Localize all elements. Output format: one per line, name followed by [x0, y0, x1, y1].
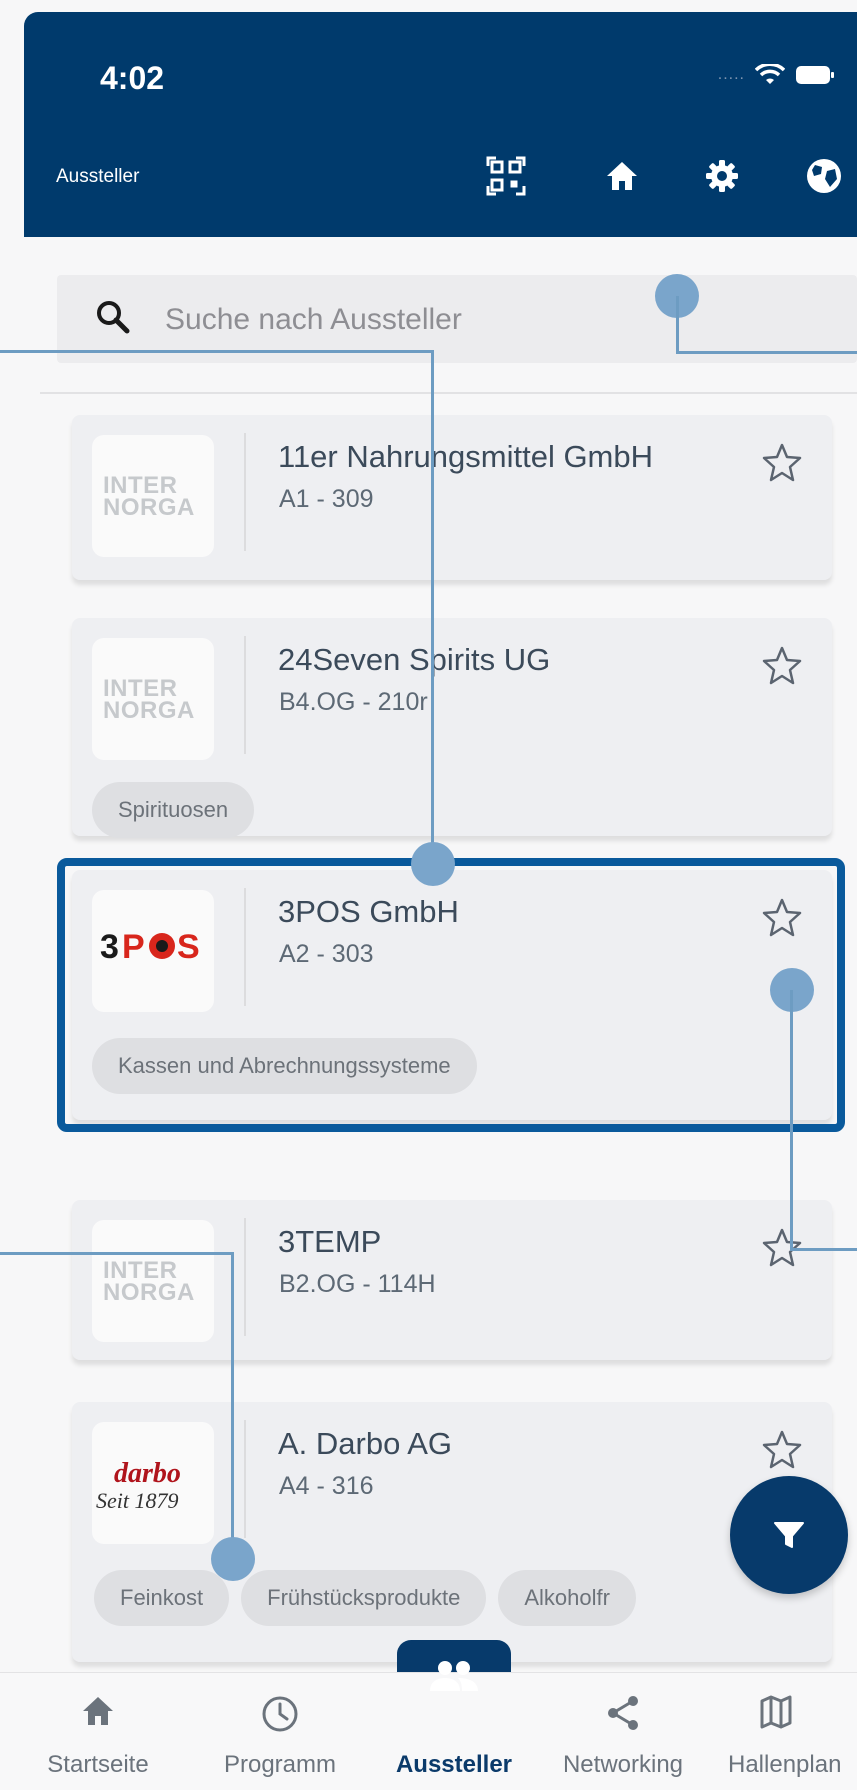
nav-label: Networking	[562, 1751, 684, 1778]
card-divider	[244, 1420, 246, 1538]
app-bar: 4:02 ..... Aussteller	[24, 12, 857, 237]
annotation-line	[676, 296, 679, 354]
annotation-line	[431, 350, 434, 862]
globe-icon[interactable]	[802, 154, 846, 198]
exhibitor-booth: A4 - 316	[279, 1472, 374, 1500]
tag-chip[interactable]: Kassen und Abrechnungssysteme	[92, 1038, 477, 1094]
divider	[40, 392, 857, 394]
clock-icon	[262, 1696, 298, 1732]
exhibitor-booth: A2 - 303	[279, 940, 374, 968]
signal-dots: .....	[717, 66, 745, 83]
exhibitor-card[interactable]: INTER NORGA 24Seven Spirits UG B4.OG - 21…	[72, 618, 832, 838]
gear-icon[interactable]	[700, 154, 744, 198]
favorite-star-icon[interactable]	[760, 896, 804, 940]
annotation-line	[790, 1248, 857, 1251]
qr-code-icon[interactable]	[484, 154, 528, 198]
wifi-icon	[755, 64, 785, 84]
filter-button[interactable]	[730, 1476, 848, 1594]
nav-item-hallenplan[interactable]: Hallenplan	[710, 1673, 857, 1790]
exhibitor-card[interactable]: 3 P S 3POS GmbH A2 - 303 Kassen und Abre…	[72, 870, 832, 1120]
home-icon	[83, 1697, 113, 1725]
svg-text:S: S	[177, 928, 200, 966]
exhibitor-name: 11er Nahrungsmittel GmbH	[278, 439, 654, 474]
nav-label: Hallenplan	[728, 1751, 842, 1778]
exhibitor-logo: INTER NORGA	[92, 638, 214, 760]
nav-item-startseite[interactable]: Startseite	[14, 1673, 182, 1790]
exhibitor-name: 3POS GmbH	[278, 894, 459, 929]
favorite-star-icon[interactable]	[760, 1428, 804, 1472]
appbar-actions	[24, 154, 857, 198]
annotation-line	[0, 1252, 234, 1255]
card-divider	[244, 636, 246, 754]
svg-text:darbo: darbo	[114, 1458, 181, 1489]
exhibitor-card[interactable]: darbo Seit 1879 A. Darbo AG A4 - 316 Fei…	[72, 1402, 832, 1662]
search-icon	[97, 301, 130, 334]
phone-screen: 4:02 ..... Aussteller Suche nach Ausstel…	[0, 0, 857, 1790]
exhibitor-card[interactable]: INTER NORGA 3TEMP B2.OG - 114H	[72, 1200, 832, 1360]
tag-chip[interactable]: Feinkost	[94, 1570, 230, 1626]
tag-list: Kassen und Abrechnungssysteme	[92, 1038, 477, 1094]
battery-icon	[796, 66, 834, 84]
nav-item-aussteller[interactable]: Aussteller	[379, 1661, 529, 1790]
filter-icon	[774, 1522, 804, 1548]
exhibitor-card[interactable]: INTER NORGA 11er Nahrungsmittel GmbH A1 -…	[72, 415, 832, 580]
nav-item-programm[interactable]: Programm	[205, 1673, 355, 1790]
exhibitor-name: A. Darbo AG	[278, 1426, 453, 1461]
exhibitor-booth: B4.OG - 210r	[279, 688, 428, 716]
annotation-dot	[211, 1537, 255, 1581]
tag-chip[interactable]: Spirituosen	[92, 782, 255, 838]
card-divider	[244, 888, 246, 1006]
svg-text:Seit 1879: Seit 1879	[96, 1488, 179, 1513]
annotation-line	[790, 990, 793, 1250]
internorga-logo: INTER NORGA	[103, 1257, 195, 1306]
exhibitor-logo: INTER NORGA	[92, 1220, 214, 1342]
annotation-line	[231, 1252, 234, 1557]
exhibitor-booth: A1 - 309	[279, 485, 374, 513]
annotation-line	[0, 350, 434, 353]
internorga-logo: INTER NORGA	[103, 472, 195, 521]
favorite-star-icon[interactable]	[760, 644, 804, 688]
exhibitor-logo: INTER NORGA	[92, 435, 214, 557]
people-icon	[430, 1661, 478, 1691]
darbo-logo: darbo Seit 1879	[96, 1458, 181, 1513]
annotation-line	[676, 351, 857, 354]
exhibitor-name: 24Seven Spirits UG	[278, 642, 551, 677]
nav-item-networking[interactable]: Networking	[548, 1673, 698, 1790]
internorga-logo: INTER NORGA	[103, 675, 195, 724]
nav-label: Programm	[223, 1751, 337, 1778]
favorite-star-icon[interactable]	[760, 441, 804, 485]
card-divider	[244, 433, 246, 551]
status-time: 4:02	[100, 60, 165, 96]
exhibitor-logo: 3 P S	[92, 890, 214, 1012]
status-indicators: .....	[718, 64, 835, 86]
bottom-nav: Startseite Programm Aussteller Networkin…	[0, 1661, 857, 1790]
nav-label: Aussteller	[395, 1751, 513, 1778]
card-divider	[244, 1218, 246, 1336]
home-icon[interactable]	[600, 154, 644, 198]
exhibitor-booth: B2.OG - 114H	[279, 1270, 436, 1298]
exhibitor-name: 3TEMP	[278, 1224, 382, 1259]
3pos-logo: 3 P S	[100, 928, 200, 966]
map-icon	[760, 1695, 792, 1729]
tag-list: Spirituosen	[92, 782, 255, 838]
share-icon	[608, 1696, 638, 1730]
annotation-dot	[411, 842, 455, 886]
tag-chip[interactable]: Frühstücksprodukte	[241, 1570, 487, 1626]
svg-text:3: 3	[100, 928, 119, 966]
svg-text:P: P	[122, 928, 145, 966]
tag-list: Feinkost Frühstücksprodukte Alkoholfr	[94, 1570, 824, 1626]
exhibitor-logo: darbo Seit 1879	[92, 1422, 214, 1544]
tag-chip[interactable]: Alkoholfr	[498, 1570, 636, 1626]
nav-label: Startseite	[47, 1751, 149, 1778]
